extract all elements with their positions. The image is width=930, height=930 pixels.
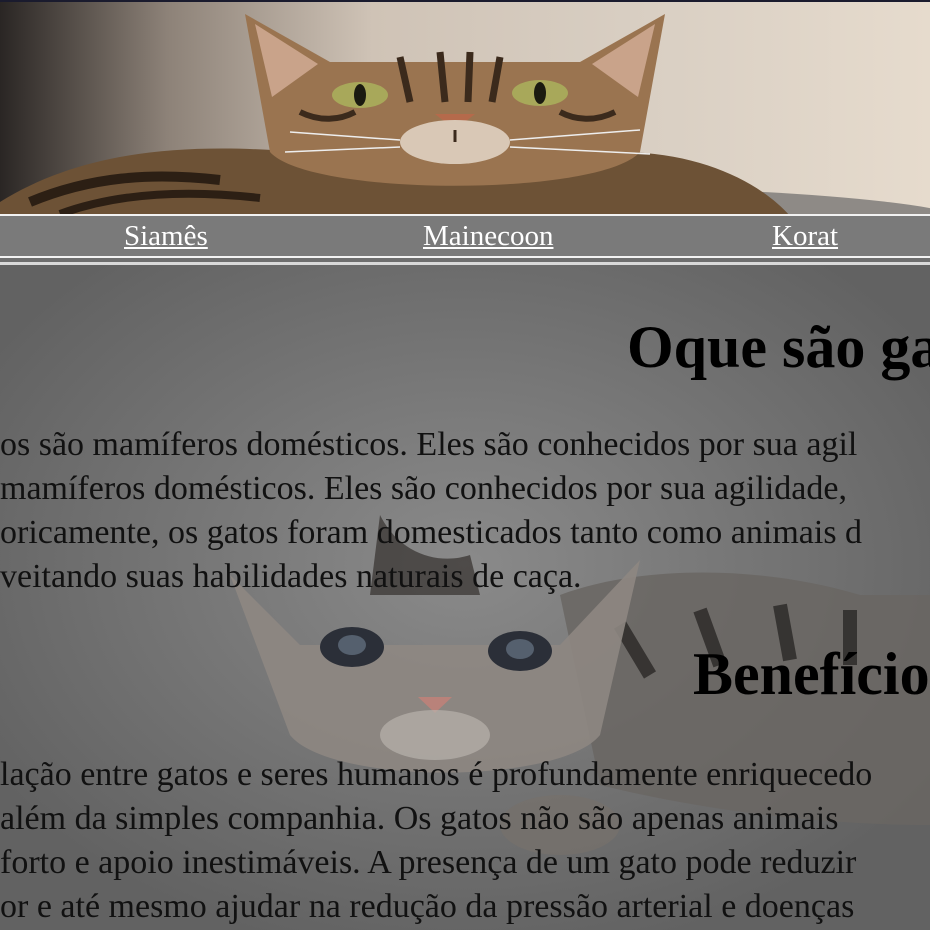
benefits-line-4: or e até mesmo ajudar na redução da pres… bbox=[0, 888, 855, 925]
benefits-line-1: lação entre gatos e seres humanos é prof… bbox=[0, 756, 873, 793]
intro-line-4: veitando suas habilidades naturais de ca… bbox=[0, 558, 582, 595]
page-title: Oque são ga bbox=[627, 314, 930, 380]
nav-link-siames[interactable]: Siamês bbox=[124, 220, 208, 253]
main-content: Oque são ga os são mamíferos domésticos.… bbox=[0, 265, 930, 930]
intro-line-2: mamíferos domésticos. Eles são conhecido… bbox=[0, 470, 847, 507]
tabby-cat-illustration bbox=[0, 14, 930, 216]
benefits-line-2: além da simples companhia. Os gatos não … bbox=[0, 800, 839, 837]
header-cat-photo bbox=[0, 0, 930, 216]
nav-link-korat[interactable]: Korat bbox=[772, 220, 838, 253]
intro-line-3: oricamente, os gatos foram domesticados … bbox=[0, 514, 863, 551]
intro-line-1: os são mamíferos domésticos. Eles são co… bbox=[0, 426, 858, 463]
benefits-line-3: forto e apoio inestimáveis. A presença d… bbox=[0, 844, 857, 881]
breed-navbar: Siamês Mainecoon Korat bbox=[0, 214, 930, 258]
nav-link-mainecoon[interactable]: Mainecoon bbox=[423, 220, 553, 253]
benefits-heading: Benefício bbox=[693, 641, 930, 707]
